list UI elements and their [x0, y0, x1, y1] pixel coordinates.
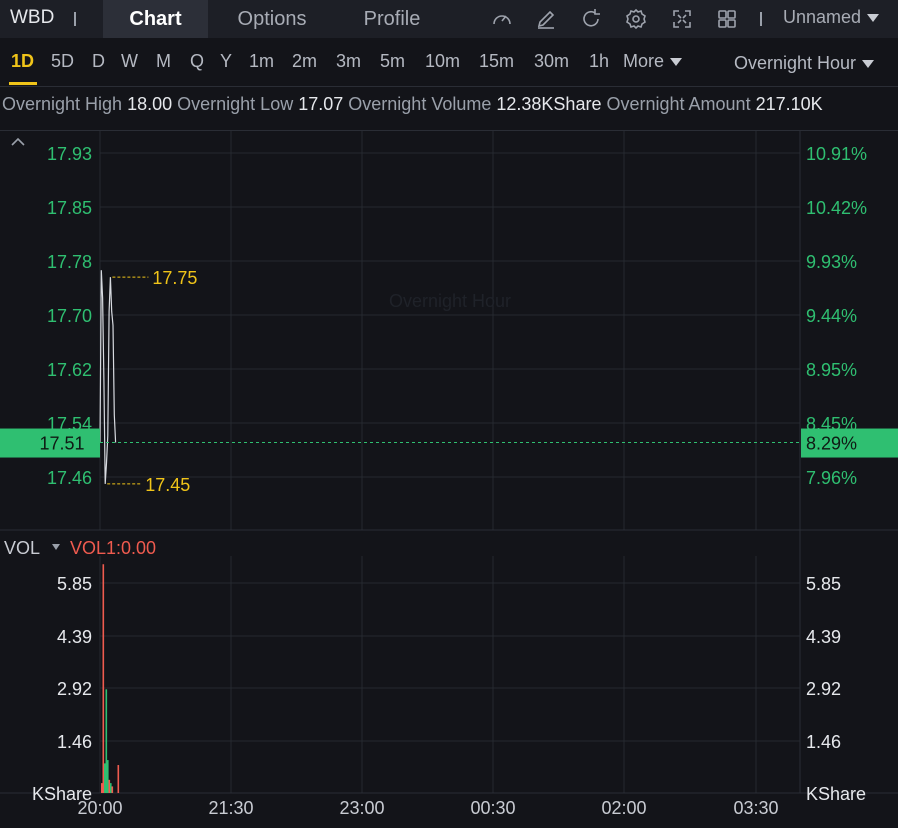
- y-axis-tick-label: 17.93: [47, 144, 92, 164]
- y-axis-right-tick-label: 9.93%: [806, 252, 857, 272]
- price-series-line: [99, 270, 117, 484]
- x-axis-tick-label: 02:00: [601, 798, 646, 818]
- volume-tick-label: 2.92: [57, 679, 92, 699]
- y-axis-tick-label: 17.62: [47, 360, 92, 380]
- volume-tick-label-right: 1.46: [806, 732, 841, 752]
- volume-tick-label-right: 5.85: [806, 574, 841, 594]
- collapse-chevron-up-icon[interactable]: [11, 137, 25, 146]
- chart-grid: [0, 131, 898, 794]
- max-price-label: 17.75: [152, 268, 197, 288]
- x-axis-tick-label: 21:30: [208, 798, 253, 818]
- y-axis-right-tick-label: 10.91%: [806, 144, 867, 164]
- y-axis-tick-label: 17.46: [47, 468, 92, 488]
- volume-tick-label-right: 2.92: [806, 679, 841, 699]
- volume-bar: [107, 760, 109, 793]
- x-axis-tick-label: 03:30: [733, 798, 778, 818]
- volume-bar: [117, 765, 120, 793]
- y-axis-tick-label: 17.78: [47, 252, 92, 272]
- y-axis-tick-label: 17.85: [47, 198, 92, 218]
- price-chart[interactable]: Overnight Hour 17.51 8.29% 17.75 17.45 VOL V…: [0, 0, 898, 828]
- volume-indicator-value: VOL1:0.00: [70, 538, 156, 558]
- volume-indicator-label: VOL: [4, 538, 40, 558]
- y-axis-right-tick-label: 9.44%: [806, 306, 857, 326]
- volume-bar: [102, 564, 105, 793]
- y-axis-right-tick-label: 8.45%: [806, 414, 857, 434]
- current-price-value: 17.51: [39, 434, 84, 454]
- volume-bar: [105, 689, 108, 793]
- volume-tick-label: 1.46: [57, 732, 92, 752]
- volume-tick-label-right: 4.39: [806, 627, 841, 647]
- volume-bar: [108, 779, 111, 793]
- y-axis-tick-label: 17.54: [47, 414, 92, 434]
- volume-tick-label: 5.85: [57, 574, 92, 594]
- volume-bar: [111, 786, 114, 793]
- y-axis-tick-label: 17.70: [47, 306, 92, 326]
- x-axis-tick-label: 20:00: [77, 798, 122, 818]
- current-pct-value: 8.29%: [806, 434, 857, 454]
- y-axis-right-tick-label: 10.42%: [806, 198, 867, 218]
- volume-bar: [104, 763, 106, 793]
- volume-bar: [110, 783, 112, 793]
- y-axis-right-tick-label: 7.96%: [806, 468, 857, 488]
- min-price-label: 17.45: [145, 475, 190, 495]
- y-axis-right-tick-label: 8.95%: [806, 360, 857, 380]
- x-axis-tick-label: 00:30: [470, 798, 515, 818]
- chart-watermark: Overnight Hour: [389, 291, 511, 311]
- volume-unit-label-right: KShare: [806, 784, 866, 804]
- volume-bar: [101, 783, 103, 793]
- volume-tick-label: 4.39: [57, 627, 92, 647]
- chevron-down-icon: [52, 544, 60, 550]
- x-axis-tick-label: 23:00: [339, 798, 384, 818]
